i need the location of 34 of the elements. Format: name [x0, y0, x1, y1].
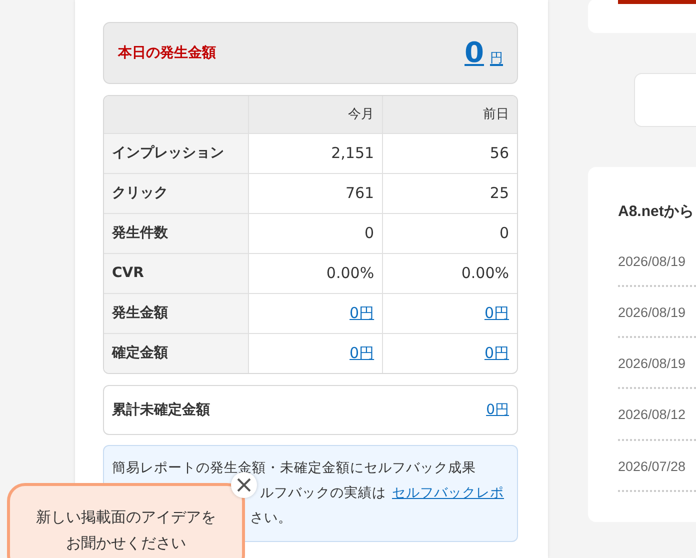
- unconfirmed-total-label: 累計未確定金額: [112, 400, 210, 420]
- news-date: 2026/07/28: [618, 446, 696, 492]
- self-back-report-link[interactable]: セルフバックレポ: [392, 481, 504, 506]
- row-label: CVR: [104, 253, 248, 293]
- notice-text: さい。: [250, 510, 292, 526]
- today-amount-label: 本日の発生金額: [118, 44, 216, 62]
- column-header: 前日: [382, 96, 517, 133]
- sidebar-card: [634, 73, 696, 127]
- news-date: 2026/08/19: [618, 344, 696, 390]
- news-date: 2026/08/19: [618, 242, 696, 287]
- popup-text: お聞かせください: [65, 533, 187, 554]
- news-date: 2026/08/19: [618, 292, 696, 338]
- amount-link[interactable]: 0円: [484, 344, 509, 362]
- unconfirmed-total-link[interactable]: 0円: [486, 400, 509, 420]
- amount-link[interactable]: 0円: [484, 304, 509, 322]
- today-amount-link[interactable]: 0 円: [464, 39, 503, 67]
- row-label: 確定金額: [104, 333, 248, 373]
- feedback-popup[interactable]: 新しい掲載面のアイデアを お聞かせください: [7, 483, 245, 558]
- column-header: 今月: [248, 96, 383, 133]
- table-cell: 761: [248, 173, 383, 213]
- table-cell: 0: [248, 213, 383, 253]
- amount-link[interactable]: 0円: [350, 304, 374, 322]
- news-date: 2026/08/12: [618, 395, 696, 440]
- amount-link[interactable]: 0円: [350, 344, 374, 362]
- table-cell: 0.00%: [248, 253, 383, 293]
- popup-text: 新しい掲載面のアイデアを: [35, 507, 217, 528]
- row-label: 発生件数: [104, 213, 248, 253]
- close-icon: [236, 477, 252, 493]
- row-label: インプレッション: [104, 133, 248, 173]
- notice-text: ルフバックの実績は: [260, 484, 386, 503]
- table-cell: 2,151: [248, 133, 383, 173]
- row-label: 発生金額: [104, 293, 248, 333]
- news-title: A8.netから: [618, 202, 695, 222]
- row-label: クリック: [104, 173, 248, 213]
